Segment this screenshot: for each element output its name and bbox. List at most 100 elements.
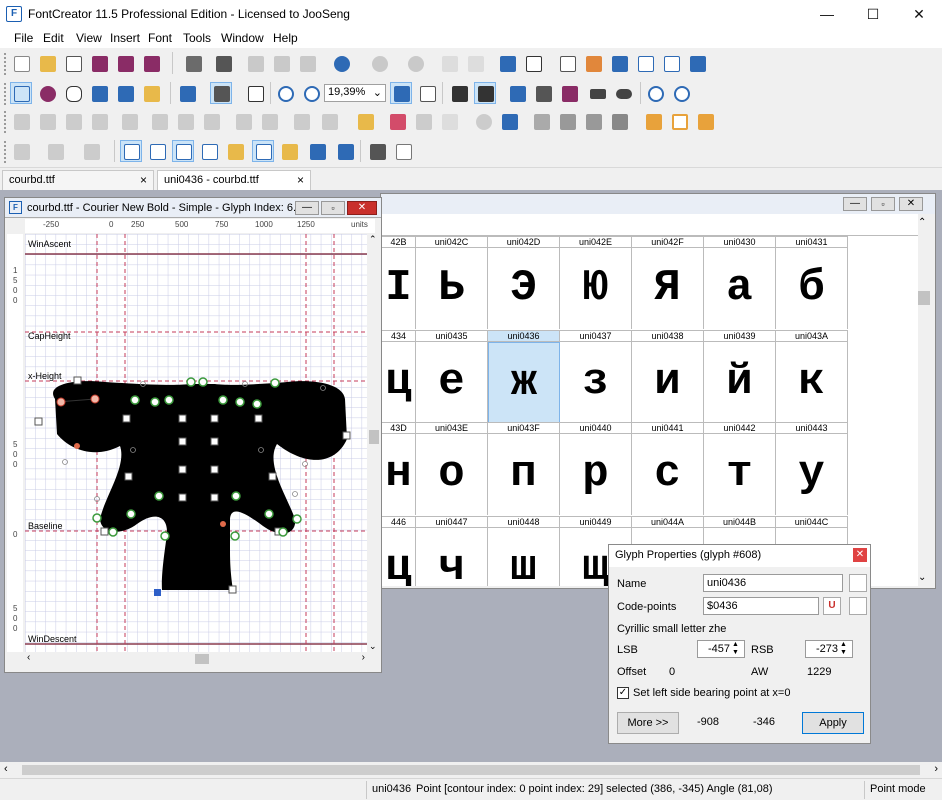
align-top-icon[interactable]	[118, 110, 140, 132]
glyph-c-icon[interactable]	[438, 52, 460, 74]
image-tool-icon[interactable]	[506, 82, 528, 104]
preview-icon[interactable]	[556, 52, 578, 74]
glyph-cell[interactable]: р	[560, 434, 632, 515]
glyph-cell[interactable]: з	[560, 342, 632, 423]
glyph-cell[interactable]: к	[776, 342, 848, 423]
ellipse-icon[interactable]	[612, 82, 634, 104]
minimize-icon[interactable]: —	[843, 197, 867, 211]
copy-icon[interactable]	[270, 52, 292, 74]
fill-icon[interactable]	[140, 82, 162, 104]
tab-uni0436[interactable]: uni0436 - courbd.ttf ×	[157, 170, 311, 190]
subtract-icon[interactable]	[694, 110, 716, 132]
spell-abc-icon[interactable]	[634, 52, 656, 74]
contour-c-icon[interactable]	[438, 110, 460, 132]
glyph-cell[interactable]: ц	[382, 342, 416, 423]
scroll-right-icon[interactable]: ›	[362, 652, 365, 663]
text-preview-icon[interactable]	[244, 82, 266, 104]
pencil-icon[interactable]	[558, 82, 580, 104]
tag-icon[interactable]	[849, 597, 867, 615]
glyph-cell[interactable]: ж	[488, 342, 560, 423]
save-icon[interactable]	[88, 52, 110, 74]
glyph-cell[interactable]: т	[704, 434, 776, 515]
distribute-icon[interactable]	[290, 110, 312, 132]
measure-icon[interactable]	[88, 82, 110, 104]
scroll-thumb[interactable]	[195, 654, 209, 664]
glyph-cell[interactable]: ц	[382, 528, 416, 586]
guide-snap-icon[interactable]	[198, 140, 220, 162]
close-icon[interactable]: ✕	[853, 548, 867, 562]
nodes-icon[interactable]	[366, 140, 388, 162]
glyph-cell[interactable]: и	[632, 342, 704, 423]
group-icon[interactable]	[88, 110, 110, 132]
abc-add-icon[interactable]	[660, 52, 682, 74]
glyph-canvas[interactable]: WinAscent CapHeight x-Height Baseline Wi…	[25, 234, 367, 652]
pen-icon[interactable]	[114, 82, 136, 104]
anchor-icon[interactable]	[306, 140, 328, 162]
lsb-spinner[interactable]: ▲ ▼	[732, 641, 739, 657]
shape-d-icon[interactable]	[608, 110, 630, 132]
undo-icon[interactable]	[330, 52, 352, 74]
clipboard-icon[interactable]	[354, 110, 376, 132]
maximize-button[interactable]: ☐	[850, 0, 896, 28]
codepoints-field[interactable]: $0436	[703, 597, 819, 615]
rectangle-icon[interactable]	[586, 82, 608, 104]
glyph-canvas-svg[interactable]	[25, 234, 367, 652]
lock-anchor-icon[interactable]	[334, 140, 356, 162]
menu-tools[interactable]: Tools	[183, 31, 211, 45]
check-icon[interactable]	[608, 52, 630, 74]
points-grid-icon[interactable]	[392, 140, 414, 162]
align-right-icon[interactable]	[258, 110, 280, 132]
lock-metrics-icon[interactable]	[278, 140, 300, 162]
toolbar-grip[interactable]	[4, 111, 8, 133]
combine-icon[interactable]	[10, 110, 32, 132]
point-tool-icon[interactable]	[474, 82, 496, 104]
glyph-cell[interactable]: І	[382, 248, 416, 329]
zoom-window-icon[interactable]	[416, 82, 438, 104]
scroll-thumb[interactable]	[918, 291, 930, 305]
align-left-icon[interactable]	[200, 110, 222, 132]
validate-icon[interactable]	[582, 52, 604, 74]
zoom-fit-icon[interactable]	[390, 82, 412, 104]
reverse-icon[interactable]	[412, 110, 434, 132]
knife-icon[interactable]	[532, 82, 554, 104]
toolbar-grip[interactable]	[4, 83, 8, 105]
minimize-icon[interactable]: —	[295, 201, 319, 215]
glyph-cell[interactable]: а	[704, 248, 776, 329]
eraser-icon[interactable]	[386, 110, 408, 132]
distribute-v-icon[interactable]	[318, 110, 340, 132]
glyph-cell[interactable]: у	[776, 434, 848, 515]
scroll-thumb[interactable]	[22, 765, 920, 775]
canvas-vertical-scrollbar[interactable]: ⌃ ⌄	[367, 234, 381, 652]
shape-c-icon[interactable]	[582, 110, 604, 132]
glyph-cell[interactable]: б	[776, 248, 848, 329]
workspace-horizontal-scrollbar[interactable]: ‹ ›	[0, 762, 942, 778]
scroll-up-icon[interactable]: ⌃	[369, 234, 377, 245]
metrics-icon[interactable]	[252, 140, 274, 162]
glyph-cell[interactable]: ш	[488, 528, 560, 586]
lasso-icon[interactable]	[36, 82, 58, 104]
new-font-icon[interactable]	[10, 52, 32, 74]
toolbar-grip[interactable]	[4, 53, 8, 75]
cut-icon[interactable]	[244, 52, 266, 74]
more-button[interactable]: More >>	[617, 712, 679, 734]
scroll-right-icon[interactable]: ›	[934, 763, 938, 775]
canvas-horizontal-scrollbar[interactable]: ‹ ›	[25, 652, 367, 666]
close-button[interactable]: ✕	[896, 0, 942, 28]
redo-icon[interactable]	[368, 52, 390, 74]
glyph-cell[interactable]: Ю	[560, 248, 632, 329]
glyph-cell[interactable]: н	[382, 434, 416, 515]
restore-icon[interactable]: ▫	[871, 197, 895, 211]
scroll-left-icon[interactable]: ‹	[27, 652, 30, 663]
grid-icon[interactable]	[120, 140, 142, 162]
menu-edit[interactable]: Edit	[43, 31, 64, 45]
glyph-cell[interactable]: е	[416, 342, 488, 423]
save-all-icon[interactable]	[114, 52, 136, 74]
scroll-up-icon[interactable]: ⌃	[918, 217, 926, 228]
lock-guides-icon[interactable]	[224, 140, 246, 162]
intersect-icon[interactable]	[668, 110, 690, 132]
tab-courbd[interactable]: courbd.ttf ×	[2, 170, 154, 190]
shape-b-icon[interactable]	[556, 110, 578, 132]
zoom-out-icon[interactable]	[300, 82, 322, 104]
paste-icon[interactable]	[296, 52, 318, 74]
text-tool-icon[interactable]	[522, 52, 544, 74]
